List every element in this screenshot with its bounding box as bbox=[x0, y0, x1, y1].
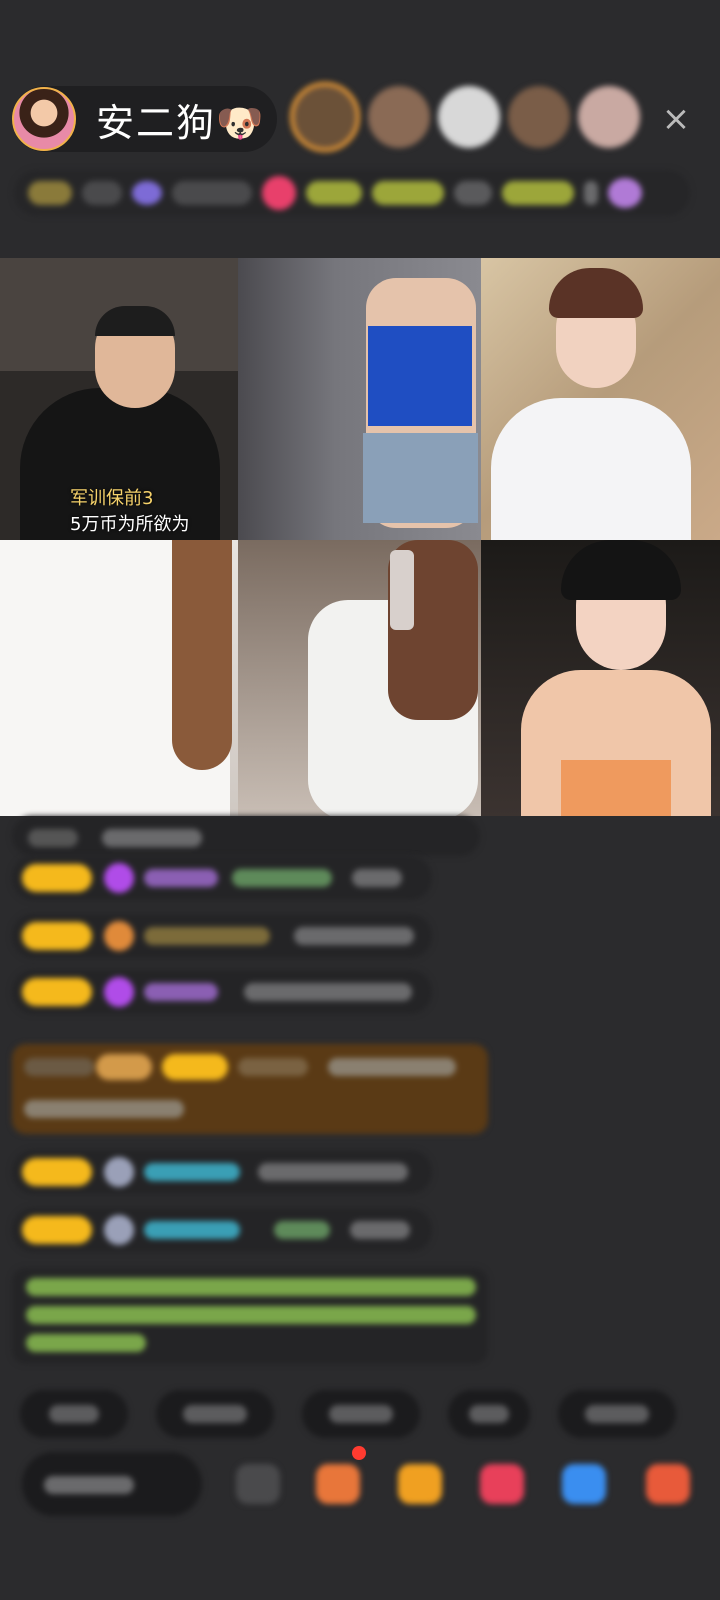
gift-box-icon[interactable] bbox=[316, 1464, 360, 1504]
video-tile-3[interactable] bbox=[481, 258, 720, 540]
chat-message bbox=[12, 856, 432, 900]
level-badge bbox=[22, 1158, 92, 1186]
chat-message bbox=[12, 1150, 432, 1194]
host-name: 安二狗🐶 bbox=[96, 100, 266, 145]
fan-club-icon[interactable] bbox=[480, 1464, 524, 1504]
avatar-icon bbox=[104, 1157, 134, 1187]
tag-chip[interactable] bbox=[306, 181, 362, 205]
chat-input[interactable] bbox=[22, 1452, 202, 1516]
more-icon[interactable] bbox=[236, 1464, 280, 1504]
activity-icon[interactable] bbox=[608, 178, 642, 208]
room-info-strip[interactable] bbox=[14, 170, 690, 216]
gem-icon bbox=[104, 977, 134, 1007]
viewer-avatar[interactable] bbox=[368, 86, 430, 148]
red-packet-icon[interactable] bbox=[398, 1464, 442, 1504]
viewer-avatars[interactable] bbox=[290, 82, 640, 152]
tag-chip[interactable] bbox=[372, 181, 444, 205]
viewer-avatar[interactable] bbox=[578, 86, 640, 148]
viewer-avatar[interactable] bbox=[438, 86, 500, 148]
video-tile-1[interactable]: 军训保前3 5万币为所欲为 bbox=[0, 258, 238, 540]
video-caption: 军训保前3 5万币为所欲为 bbox=[70, 488, 190, 535]
viewer-avatar[interactable] bbox=[290, 82, 360, 152]
level-badge bbox=[22, 978, 92, 1006]
video-tile-2[interactable] bbox=[238, 258, 481, 540]
tag-chip[interactable] bbox=[502, 181, 574, 205]
quick-reply-chip[interactable] bbox=[20, 1390, 128, 1438]
quick-reply-row bbox=[20, 1390, 676, 1438]
host-info[interactable]: 安二狗🐶 bbox=[12, 86, 277, 152]
rank-icon bbox=[28, 181, 72, 205]
heart-icon[interactable] bbox=[262, 176, 296, 210]
gem-icon bbox=[104, 921, 134, 951]
rank-text bbox=[82, 181, 122, 205]
quick-reply-chip[interactable] bbox=[558, 1390, 676, 1438]
level-badge bbox=[22, 922, 92, 950]
level-badge bbox=[22, 864, 92, 892]
host-avatar[interactable] bbox=[12, 87, 76, 151]
quick-reply-chip[interactable] bbox=[448, 1390, 530, 1438]
system-notice bbox=[12, 1268, 488, 1364]
chat-message bbox=[12, 914, 432, 958]
video-tile-5[interactable] bbox=[238, 540, 481, 816]
notification-dot bbox=[352, 1446, 366, 1460]
video-grid: 军训保前3 5万币为所欲为 bbox=[0, 258, 720, 816]
gem-icon bbox=[104, 863, 134, 893]
announcement-message bbox=[12, 1044, 488, 1134]
chat-message bbox=[12, 970, 432, 1014]
level-badge bbox=[22, 1216, 92, 1244]
arrow-icon bbox=[584, 181, 598, 205]
close-icon[interactable]: × bbox=[660, 102, 692, 136]
quick-reply-chip[interactable] bbox=[156, 1390, 274, 1438]
video-tile-4[interactable] bbox=[0, 540, 238, 816]
chat-message bbox=[12, 1208, 432, 1252]
quick-reply-chip[interactable] bbox=[302, 1390, 420, 1438]
gift-icon[interactable] bbox=[646, 1464, 690, 1504]
tag-chip[interactable] bbox=[454, 181, 492, 205]
bottom-bar bbox=[0, 1446, 720, 1532]
game-icon[interactable] bbox=[562, 1464, 606, 1504]
hot-text bbox=[172, 181, 252, 205]
badge-icon bbox=[132, 181, 162, 205]
avatar-icon bbox=[104, 1215, 134, 1245]
chat-message bbox=[12, 816, 480, 856]
viewer-avatar[interactable] bbox=[508, 86, 570, 148]
video-tile-6[interactable] bbox=[481, 540, 720, 816]
